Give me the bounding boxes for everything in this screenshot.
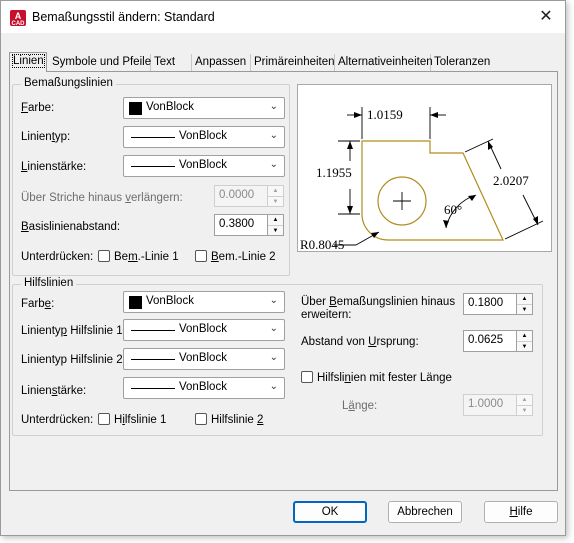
lineweight-sample — [131, 166, 175, 167]
dialog-window: A CAD Bemaßungsstil ändern: Standard ✕ L… — [0, 0, 566, 536]
window-title: Bemaßungsstil ändern: Standard — [32, 10, 215, 24]
dim-lineweight-dropdown[interactable]: VonBlock ⌄ — [123, 155, 285, 177]
tab-linien[interactable]: Linien — [9, 52, 47, 72]
preview-dim-right: 2.0207 — [493, 173, 529, 188]
ext-extend-beyond-label: Über Bemaßungslinien hinaus erweitern: — [301, 296, 456, 321]
tab-primaereinheiten[interactable]: Primäreinheiten — [251, 54, 335, 72]
spin-up-icon[interactable]: ▲ — [517, 395, 532, 405]
dim-extend-spinner[interactable]: 0.0000 ▲ ▼ — [214, 185, 284, 207]
ok-button[interactable]: OK — [293, 501, 367, 523]
ext-lineweight-dropdown[interactable]: VonBlock ⌄ — [123, 377, 285, 399]
ext-offset-spinner[interactable]: 0.0625 ▲ ▼ — [463, 330, 533, 352]
dim-baseline-spinner[interactable]: 0.3800 ▲ ▼ — [214, 214, 284, 236]
tab-text[interactable]: Text — [151, 54, 192, 72]
dim-suppress-label: Unterdrücken: — [21, 251, 94, 263]
dim-lineweight-label: Linienstärke: — [21, 161, 87, 173]
chevron-down-icon: ⌄ — [269, 101, 278, 112]
lineweight-sample — [131, 388, 175, 389]
title-bar: A CAD Bemaßungsstil ändern: Standard ✕ — [1, 1, 565, 33]
ext-linetype2-dropdown[interactable]: VonBlock ⌄ — [123, 348, 285, 370]
ext-linetype1-dropdown[interactable]: VonBlock ⌄ — [123, 319, 285, 341]
chevron-down-icon: ⌄ — [269, 130, 278, 141]
spin-down-icon[interactable]: ▼ — [517, 405, 532, 415]
spin-down-icon[interactable]: ▼ — [517, 304, 532, 314]
suppress-dim-line-1-checkbox[interactable]: Bem.-Linie 1 — [98, 250, 179, 263]
color-swatch — [129, 102, 142, 115]
ext-color-label: Farbe: — [21, 298, 55, 310]
dim-extend-label: Über Striche hinaus verlängern: — [21, 192, 183, 204]
ext-linetype2-label: Linientyp Hilfslinie 2.: — [21, 354, 130, 366]
linetype-sample — [131, 330, 175, 331]
color-swatch — [129, 296, 142, 309]
dim-linetype-label: Linientyp: — [21, 131, 71, 143]
ext-color-dropdown[interactable]: VonBlock ⌄ — [123, 291, 285, 313]
preview-angle: 60° — [444, 202, 462, 217]
autocad-app-icon: A CAD — [10, 10, 26, 27]
tab-panel-linien: Bemaßungslinien Farbe: VonBlock ⌄ Linien… — [9, 71, 558, 491]
ext-suppress-label: Unterdrücken: — [21, 414, 94, 426]
ext-length-spinner[interactable]: 1.0000 ▲ ▼ — [463, 394, 533, 416]
help-button[interactable]: Hilfe — [484, 501, 558, 523]
close-icon[interactable]: ✕ — [535, 7, 557, 27]
dimension-lines-group-label: Bemaßungslinien — [21, 77, 116, 89]
chevron-down-icon: ⌄ — [269, 352, 278, 363]
dim-color-label: Farbe: — [21, 102, 55, 114]
ext-length-label: Länge: — [342, 400, 378, 412]
tab-anpassen[interactable]: Anpassen — [192, 54, 251, 72]
spin-up-icon[interactable]: ▲ — [268, 215, 283, 225]
suppress-ext-line-1-checkbox[interactable]: Hilfslinie 1 — [98, 413, 166, 426]
chevron-down-icon: ⌄ — [269, 159, 278, 170]
fixed-length-checkbox[interactable]: Hilfslinien mit fester Länge — [301, 371, 452, 384]
suppress-dim-line-2-checkbox[interactable]: Bem.-Linie 2 — [195, 250, 276, 263]
ext-offset-label: Abstand von Ursprung: — [301, 336, 419, 348]
ext-lineweight-label: Linienstärke: — [21, 385, 87, 397]
dim-linetype-dropdown[interactable]: VonBlock ⌄ — [123, 126, 285, 148]
spin-up-icon[interactable]: ▲ — [268, 186, 283, 196]
preview-drawing: 1.0159 1.1955 2.0207 60° R0.8045 — [300, 107, 544, 252]
spin-up-icon[interactable]: ▲ — [517, 294, 532, 304]
preview-dim-left: 1.1955 — [316, 165, 352, 180]
chevron-down-icon: ⌄ — [269, 295, 278, 306]
extension-lines-group-label: Hilfslinien — [21, 277, 77, 289]
dim-color-dropdown[interactable]: VonBlock ⌄ — [123, 97, 285, 119]
dim-baseline-label: Basislinienabstand: — [21, 221, 121, 233]
spin-up-icon[interactable]: ▲ — [517, 331, 532, 341]
linetype-sample — [131, 137, 175, 138]
tab-toleranzen[interactable]: Toleranzen — [431, 54, 491, 72]
dimension-style-preview: 1.0159 1.1955 2.0207 60° R0.8045 — [297, 84, 552, 252]
linetype-sample — [131, 359, 175, 360]
tab-alternativeinheiten[interactable]: Alternativeinheiten — [335, 54, 433, 72]
preview-dim-top: 1.0159 — [367, 107, 403, 122]
dimension-lines-group: Bemaßungslinien Farbe: VonBlock ⌄ Linien… — [12, 77, 290, 276]
preview-radius: R0.8045 — [300, 237, 344, 251]
preview-part-outline — [361, 140, 504, 241]
chevron-down-icon: ⌄ — [269, 381, 278, 392]
suppress-ext-line-2-checkbox[interactable]: Hilfslinie 2 — [195, 413, 263, 426]
cancel-button[interactable]: Abbrechen — [388, 501, 462, 523]
extension-lines-group: Hilfslinien Farbe: VonBlock ⌄ Linientyp … — [12, 277, 543, 436]
chevron-down-icon: ⌄ — [269, 323, 278, 334]
spin-down-icon[interactable]: ▼ — [268, 225, 283, 235]
spin-down-icon[interactable]: ▼ — [517, 341, 532, 351]
ext-linetype1-label: Linientyp Hilfslinie 1: — [21, 325, 126, 337]
tab-symbole-und-pfeile[interactable]: Symbole und Pfeile — [49, 54, 151, 72]
spin-down-icon[interactable]: ▼ — [268, 196, 283, 206]
ext-extend-beyond-spinner[interactable]: 0.1800 ▲ ▼ — [463, 293, 533, 315]
